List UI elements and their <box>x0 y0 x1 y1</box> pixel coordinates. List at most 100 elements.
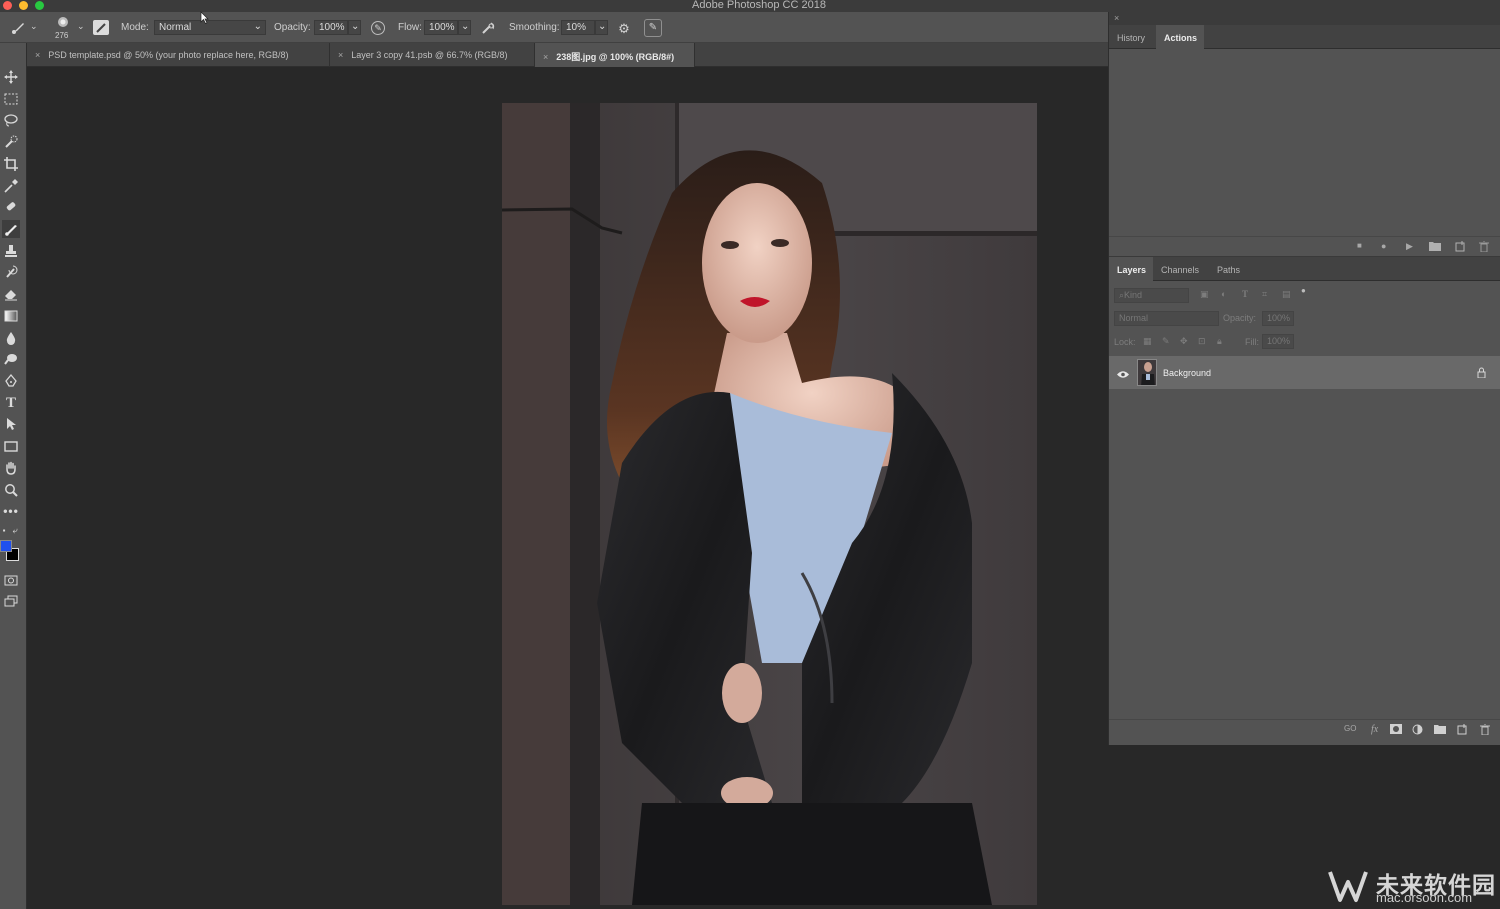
screen-mode-icon[interactable] <box>2 592 20 610</box>
new-set-folder-icon[interactable] <box>1429 241 1441 254</box>
adjustment-layer-icon[interactable] <box>1412 724 1423 738</box>
close-tab-icon[interactable]: × <box>543 52 548 62</box>
brush-settings-panel-icon[interactable] <box>93 20 109 35</box>
marquee-icon[interactable] <box>2 90 20 108</box>
lasso-icon[interactable] <box>2 111 20 129</box>
document-tab-active[interactable]: × 238图.jpg @ 100% (RGB/8#) <box>535 43 695 67</box>
visibility-eye-icon[interactable] <box>1117 366 1129 384</box>
pen-icon[interactable] <box>2 372 20 390</box>
smoothing-label: Smoothing: <box>509 22 560 33</box>
brush-picker-caret-icon[interactable]: ⌄ <box>77 21 85 32</box>
tool-preset-caret-icon[interactable]: ⌄ <box>30 21 38 32</box>
foreground-color-swatch[interactable] <box>0 540 12 552</box>
options-bar: ⌄ 276 ⌄ Mode: Normal ⌄ Opacity: 100% ⌄ ✎… <box>0 10 1108 43</box>
gear-icon[interactable]: ⚙ <box>616 20 632 36</box>
document-photo[interactable] <box>502 103 1037 905</box>
mode-select[interactable]: Normal ⌄ <box>154 20 266 35</box>
document-tabs: × PSD template.psd @ 50% (your photo repl… <box>27 43 1108 67</box>
filter-toggle-icon[interactable]: ● <box>1301 286 1306 295</box>
brush-tool-preset-icon[interactable] <box>10 20 26 36</box>
path-selection-icon[interactable] <box>2 415 20 433</box>
flow-field[interactable]: 100% <box>424 20 458 35</box>
dodge-icon[interactable] <box>2 350 20 368</box>
tab-actions[interactable]: Actions <box>1156 25 1204 49</box>
opacity-field[interactable]: 100% <box>314 20 348 35</box>
opacity-label: Opacity: <box>274 22 311 33</box>
layer-opacity-field[interactable]: 100% <box>1262 311 1294 326</box>
more-tools-icon[interactable]: ••• <box>2 502 20 520</box>
canvas-area[interactable] <box>27 67 1108 909</box>
filter-adjustment-layer-icon[interactable]: ◐ <box>1221 289 1226 299</box>
tab-paths-label: Paths <box>1217 265 1241 275</box>
trash-icon[interactable] <box>1479 240 1489 255</box>
blur-icon[interactable] <box>2 329 20 347</box>
tab-paths[interactable]: Paths <box>1209 257 1249 281</box>
brush-tip-icon[interactable] <box>56 15 70 29</box>
move-icon[interactable] <box>2 68 20 86</box>
new-group-folder-icon[interactable] <box>1434 724 1446 737</box>
lock-all-icon[interactable]: 🔒︎ <box>1217 336 1222 347</box>
tab-history[interactable]: History <box>1109 25 1156 49</box>
brush-icon[interactable] <box>2 220 20 238</box>
eyedropper-icon[interactable] <box>2 177 20 195</box>
layer-row[interactable]: Background <box>1109 356 1500 389</box>
close-tab-icon[interactable]: × <box>338 50 343 60</box>
actions-list[interactable] <box>1109 50 1500 236</box>
quick-selection-icon[interactable] <box>2 133 20 151</box>
flow-caret-icon[interactable]: ⌄ <box>458 20 471 35</box>
rectangle-icon[interactable] <box>2 437 20 455</box>
tab-layers-label: Layers <box>1117 265 1147 275</box>
clone-stamp-icon[interactable] <box>2 242 20 260</box>
tab-history-label: History <box>1117 33 1146 43</box>
record-icon[interactable]: ● <box>1381 241 1386 251</box>
filter-shape-layer-icon[interactable]: ⌗ <box>1262 289 1267 300</box>
lock-transparent-pixels-icon[interactable]: ▦ <box>1143 336 1152 347</box>
tab-channels[interactable]: Channels <box>1153 257 1209 281</box>
add-mask-icon[interactable] <box>1390 724 1402 737</box>
filter-pixel-layer-icon[interactable]: ▣ <box>1200 289 1209 300</box>
document-tab[interactable]: × Layer 3 copy 41.psb @ 66.7% (RGB/8) <box>330 43 535 67</box>
layer-style-fx-icon[interactable]: fx <box>1371 724 1378 735</box>
pressure-opacity-icon[interactable]: ✎ <box>371 21 385 35</box>
new-layer-icon[interactable] <box>1457 724 1468 738</box>
eraser-icon[interactable] <box>2 285 20 303</box>
filter-type-layer-icon[interactable]: T <box>1242 289 1248 299</box>
close-tab-icon[interactable]: × <box>35 50 40 60</box>
tab-channels-label: Channels <box>1161 265 1200 275</box>
mode-label: Mode: <box>121 22 149 33</box>
lock-image-pixels-icon[interactable]: ✎ <box>1162 336 1170 347</box>
quick-mask-icon[interactable] <box>2 571 20 589</box>
airbrush-icon[interactable] <box>480 20 496 36</box>
lock-artboard-icon[interactable]: ⊡ <box>1198 336 1206 347</box>
gradient-icon[interactable] <box>2 307 20 325</box>
layer-fill-field[interactable]: 100% <box>1262 334 1294 349</box>
pressure-size-icon[interactable]: ✎ <box>644 19 662 37</box>
swap-colors-icon[interactable]: ⤶ <box>10 525 20 535</box>
layer-filter-kind-select[interactable]: ⌕Kind <box>1114 288 1189 303</box>
watermark-logo-icon <box>1328 868 1368 909</box>
stop-icon[interactable]: ■ <box>1357 241 1362 250</box>
zoom-icon[interactable] <box>2 481 20 499</box>
crop-icon[interactable] <box>2 155 20 173</box>
lock-position-icon[interactable]: ✥ <box>1180 336 1188 347</box>
type-icon[interactable]: T <box>2 394 20 412</box>
delete-layer-trash-icon[interactable] <box>1480 723 1490 738</box>
healing-brush-icon[interactable] <box>2 198 20 216</box>
filter-smart-object-icon[interactable]: ▤ <box>1282 289 1291 300</box>
layers-list[interactable] <box>1109 389 1500 719</box>
smoothing-field[interactable]: 10% <box>561 20 595 35</box>
close-panel-icon[interactable]: × <box>1114 13 1119 23</box>
document-tab[interactable]: × PSD template.psd @ 50% (your photo repl… <box>27 43 330 67</box>
tab-layers[interactable]: Layers <box>1109 257 1153 281</box>
link-layers-icon[interactable]: GO <box>1344 724 1356 733</box>
history-brush-icon[interactable] <box>2 263 20 281</box>
hand-icon[interactable] <box>2 459 20 477</box>
new-action-icon[interactable] <box>1455 241 1466 255</box>
layer-blend-mode-select[interactable]: Normal <box>1114 311 1219 326</box>
play-icon[interactable]: ▶ <box>1406 241 1413 252</box>
default-colors-icon[interactable]: ▪ <box>0 526 8 535</box>
opacity-caret-icon[interactable]: ⌄ <box>348 20 361 35</box>
app-title: Adobe Photoshop CC 2018 <box>692 0 826 11</box>
smoothing-caret-icon[interactable]: ⌄ <box>595 20 608 35</box>
document-tab-label: PSD template.psd @ 50% (your photo repla… <box>48 50 289 60</box>
